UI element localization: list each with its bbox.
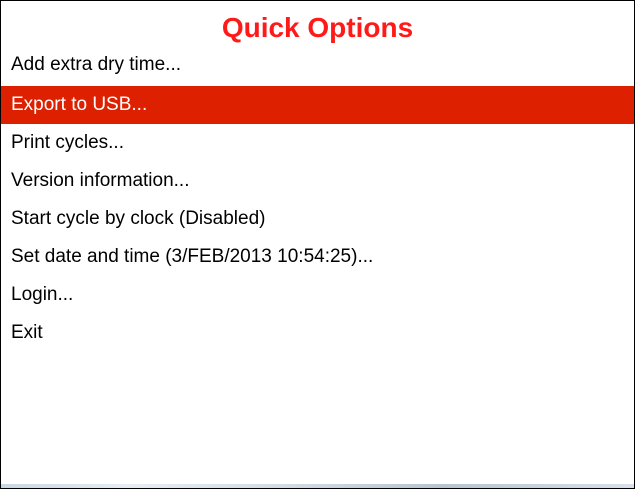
- menu-item-add-extra-dry-time[interactable]: Add extra dry time...: [1, 46, 634, 86]
- menu-item-start-cycle-by-clock[interactable]: Start cycle by clock (Disabled): [1, 200, 634, 238]
- window-title: Quick Options: [221, 12, 414, 43]
- menu-item-export-to-usb[interactable]: Export to USB...: [1, 86, 634, 124]
- menu-item-print-cycles[interactable]: Print cycles...: [1, 124, 634, 162]
- quick-options-menu: Add extra dry time... Export to USB... P…: [1, 46, 634, 352]
- bottom-edge-strip: [1, 484, 634, 488]
- menu-item-exit[interactable]: Exit: [1, 314, 634, 352]
- quick-options-window: Quick Options Add extra dry time... Expo…: [0, 0, 635, 489]
- menu-item-version-information[interactable]: Version information...: [1, 162, 634, 200]
- menu-item-login[interactable]: Login...: [1, 276, 634, 314]
- menu-item-set-date-and-time[interactable]: Set date and time (3/FEB/2013 10:54:25).…: [1, 238, 634, 276]
